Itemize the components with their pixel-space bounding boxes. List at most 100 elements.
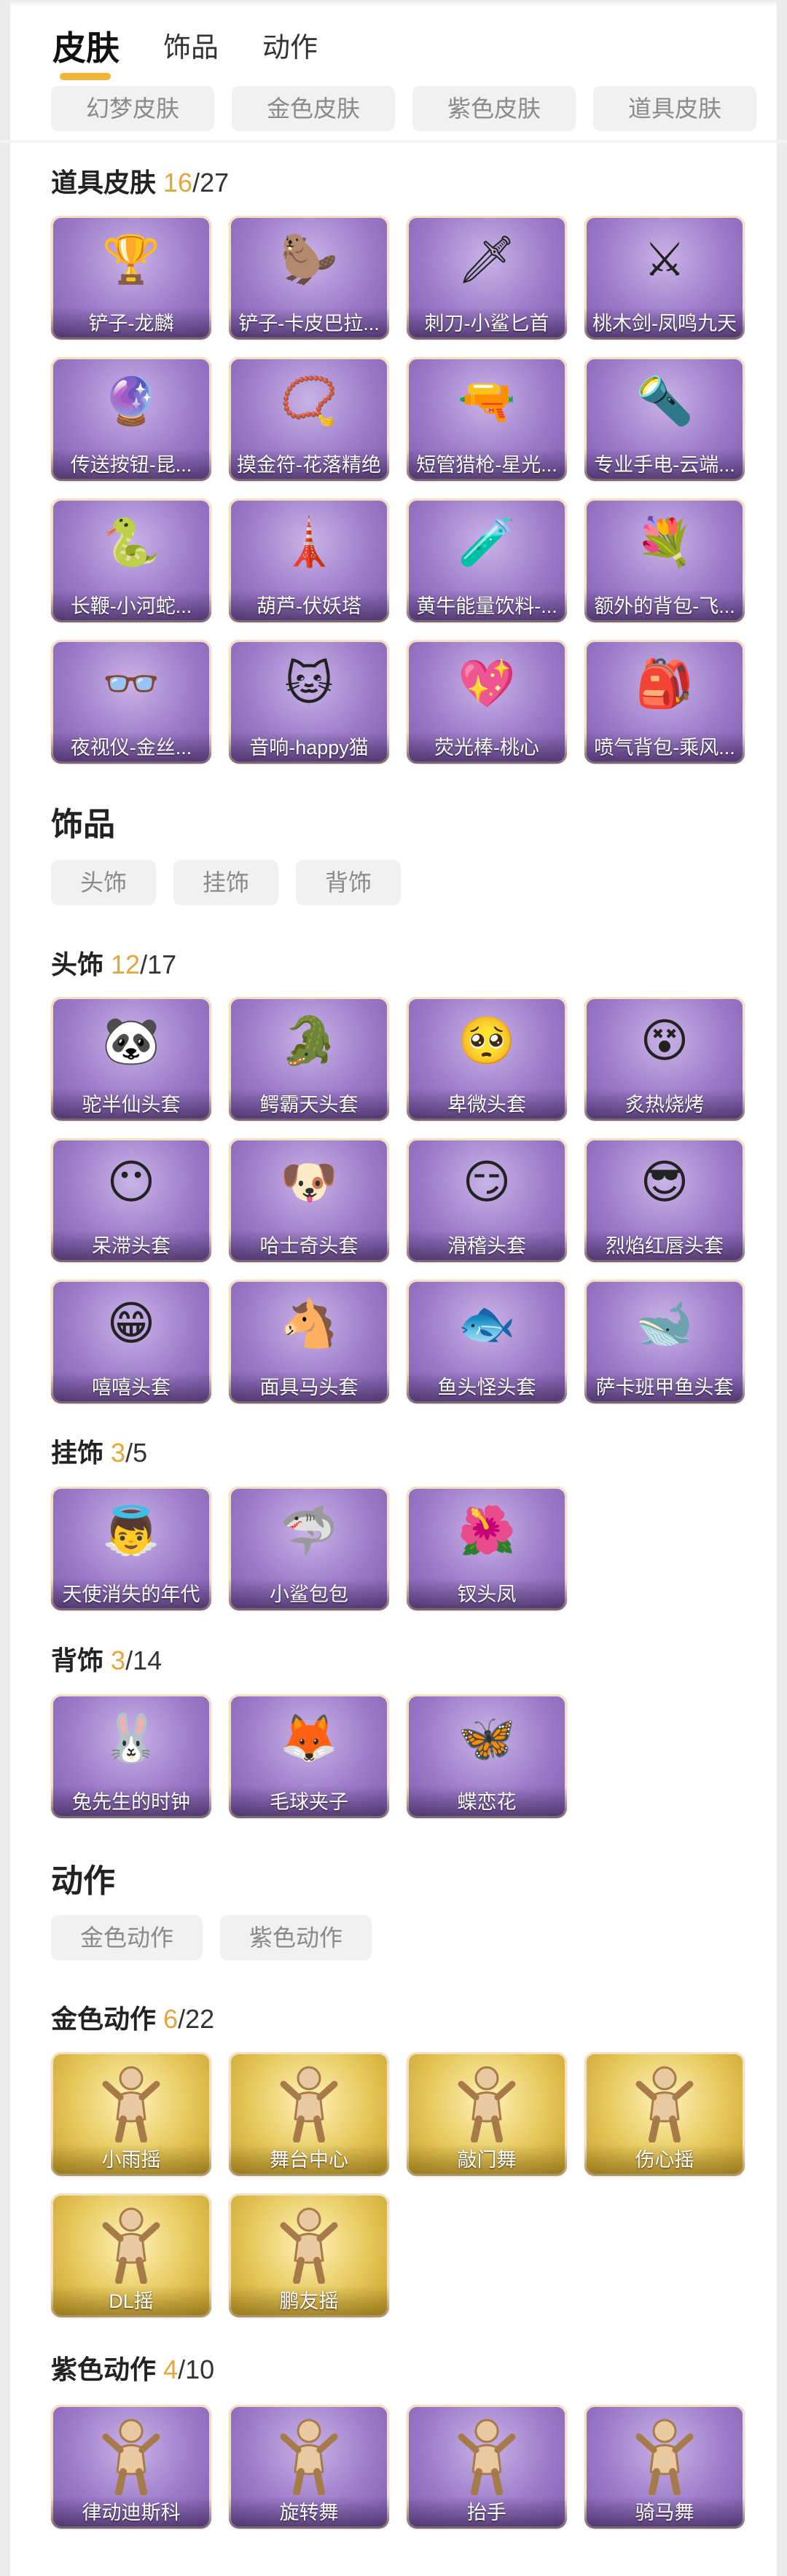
- item-card[interactable]: 🔫 短管猎枪-星光...: [407, 357, 567, 481]
- tab-actions[interactable]: 动作: [262, 28, 318, 68]
- item-label: 面具马头套: [229, 1371, 389, 1404]
- chip-gold-skin[interactable]: 金色皮肤: [232, 86, 395, 131]
- item-label: 刺刀-小鲨匕首: [407, 308, 567, 340]
- item-card[interactable]: 🦋 蝶恋花: [407, 1694, 567, 1818]
- shark-dagger-icon: 🗡: [457, 233, 517, 286]
- energy-drink-icon: 🧪: [458, 516, 516, 568]
- tab-accessories[interactable]: 饰品: [163, 28, 219, 68]
- chip-dream-skin[interactable]: 幻梦皮肤: [51, 86, 214, 131]
- item-card[interactable]: 🐍 长鞭-小河蛇...: [51, 498, 211, 622]
- skin-filter-chips: 幻梦皮肤 金色皮肤 紫色皮肤 道具皮肤: [51, 86, 756, 131]
- head-slash: /: [140, 950, 148, 979]
- head-total: 17: [147, 950, 177, 979]
- item-label: 呆滞头套: [51, 1230, 211, 1262]
- item-card[interactable]: 🦊 毛球夹子: [229, 1694, 389, 1818]
- back-title: 背饰: [51, 1645, 104, 1675]
- item-card[interactable]: 🦈 小鲨包包: [229, 1487, 389, 1610]
- item-card[interactable]: 💐 额外的背包-飞...: [584, 498, 745, 622]
- item-label: 旋转舞: [229, 2497, 389, 2529]
- item-label: 鱼头怪头套: [407, 1371, 567, 1404]
- item-card[interactable]: 🥺 卑微头套: [407, 997, 567, 1121]
- item-label: 嘻嘻头套: [51, 1371, 211, 1404]
- item-label: 摸金符-花落精绝: [229, 449, 389, 481]
- item-card[interactable]: 🐱 音响-happy猫: [229, 640, 389, 764]
- item-card[interactable]: 伤心摇: [584, 2052, 745, 2176]
- dance-figure-icon: [269, 2062, 349, 2146]
- item-card[interactable]: 抬手: [407, 2405, 567, 2529]
- dance-figure-icon: [269, 2204, 349, 2287]
- gold-actions-heading: 金色动作 6/22: [51, 1998, 214, 2036]
- item-card[interactable]: 🐶 哈士奇头套: [229, 1138, 389, 1262]
- gold-actions-grid: 小雨摇 舞台中心 敲门舞 伤心摇 DL摇 鹏友摇: [51, 2052, 745, 2317]
- item-label: 铲子-卡皮巴拉...: [229, 308, 389, 340]
- rabbit-clock-icon: 🐰: [102, 1712, 160, 1764]
- chip-back[interactable]: 背饰: [296, 860, 402, 905]
- item-card[interactable]: 😶 呆滞头套: [51, 1138, 211, 1262]
- item-card[interactable]: ⚔ 桃木剑-凤鸣九天: [584, 216, 745, 340]
- item-card[interactable]: 👓 夜视仪-金丝...: [51, 640, 211, 764]
- item-card[interactable]: 鹏友摇: [229, 2193, 389, 2317]
- item-card[interactable]: 骑马舞: [584, 2405, 745, 2529]
- gold-actions-owned: 6: [163, 2004, 179, 2034]
- item-card[interactable]: 🦫 铲子-卡皮巴拉...: [229, 216, 389, 340]
- chip-purple-action[interactable]: 紫色动作: [220, 1915, 372, 1960]
- tab-skins[interactable]: 皮肤: [52, 28, 120, 80]
- chip-gold-action[interactable]: 金色动作: [51, 1915, 203, 1960]
- item-card[interactable]: 🔮 传送按钮-昆...: [51, 357, 211, 481]
- item-card[interactable]: 🏆 铲子-龙麟: [51, 216, 211, 340]
- hanging-slash: /: [125, 1438, 133, 1468]
- item-card[interactable]: 😁 嘻嘻头套: [51, 1280, 211, 1404]
- item-label: 长鞭-小河蛇...: [51, 590, 211, 622]
- item-card[interactable]: 🔦 专业手电-云端...: [584, 357, 745, 481]
- item-card[interactable]: 旋转舞: [229, 2405, 389, 2529]
- item-label: 萨卡班甲鱼头套: [584, 1371, 745, 1404]
- item-card[interactable]: 😏 滑稽头套: [407, 1138, 567, 1262]
- item-card[interactable]: 律动迪斯科: [51, 2405, 211, 2529]
- purple-actions-total: 10: [185, 2354, 215, 2384]
- main-tabs: 皮肤 饰品 动作: [52, 28, 318, 86]
- item-card[interactable]: 😵 炙热烧烤: [584, 997, 745, 1121]
- item-card[interactable]: 🐼 驼半仙头套: [51, 997, 211, 1121]
- top-strip: [0, 0, 787, 7]
- item-card[interactable]: 🐊 鳄霸天头套: [229, 997, 389, 1121]
- item-card[interactable]: 🧪 黄牛能量饮料-...: [407, 498, 567, 622]
- item-card[interactable]: 小雨摇: [51, 2052, 211, 2176]
- chip-prop-skin[interactable]: 道具皮肤: [593, 86, 756, 131]
- item-label: DL摇: [51, 2285, 211, 2317]
- item-card[interactable]: 舞台中心: [229, 2052, 389, 2176]
- head-heading: 头饰 12/17: [51, 944, 176, 982]
- item-card[interactable]: 🐴 面具马头套: [229, 1280, 389, 1404]
- item-card[interactable]: 👼 天使消失的年代: [51, 1487, 211, 1610]
- fish-head-mask-icon: 🐟: [458, 1297, 516, 1350]
- item-label: 桃木剑-凤鸣九天: [584, 308, 745, 340]
- item-card[interactable]: 💖 荧光棒-桃心: [407, 640, 567, 764]
- flashlight-icon: 🔦: [635, 375, 694, 427]
- purple-actions-heading: 紫色动作 4/10: [51, 2349, 214, 2387]
- chip-purple-skin[interactable]: 紫色皮肤: [412, 86, 576, 131]
- item-card[interactable]: 😎 烈焰红唇头套: [584, 1138, 745, 1262]
- chip-head[interactable]: 头饰: [51, 860, 157, 905]
- purple-actions-grid: 律动迪斯科 旋转舞 抬手 骑马舞: [51, 2405, 745, 2529]
- item-label: 律动迪斯科: [51, 2497, 211, 2529]
- item-card[interactable]: 🌺 钗头凤: [407, 1487, 567, 1610]
- item-card[interactable]: 📿 摸金符-花落精绝: [229, 357, 389, 481]
- back-grid: 🐰 兔先生的时钟 🦊 毛球夹子 🦋 蝶恋花: [51, 1694, 745, 1818]
- item-label: 鹏友摇: [229, 2285, 389, 2317]
- item-card[interactable]: 敲门舞: [407, 2052, 567, 2176]
- head-grid: 🐼 驼半仙头套 🐊 鳄霸天头套 🥺 卑微头套 😵 炙热烧烤 😶 呆滞头套 🐶 哈士奇头套 😏 滑稽头套 😎 烈…: [51, 997, 745, 1404]
- chip-hanging[interactable]: 挂饰: [173, 860, 279, 905]
- item-card[interactable]: 🗼 葫芦-伏妖塔: [229, 498, 389, 622]
- item-card[interactable]: 🗡 刺刀-小鲨匕首: [407, 216, 567, 340]
- item-label: 传送按钮-昆...: [51, 449, 211, 481]
- item-label: 滑稽头套: [407, 1230, 567, 1262]
- husky-mask-icon: 🐶: [280, 1156, 338, 1208]
- item-card[interactable]: 🐰 兔先生的时钟: [51, 1694, 211, 1818]
- back-heading: 背饰 3/14: [51, 1640, 162, 1677]
- item-card[interactable]: 🎒 喷气背包-乘风...: [584, 640, 745, 764]
- horse-mask-icon: 🐴: [280, 1297, 338, 1350]
- dance-figure-icon: [624, 2415, 705, 2499]
- item-card[interactable]: 🐟 鱼头怪头套: [407, 1280, 567, 1404]
- item-card[interactable]: 🐋 萨卡班甲鱼头套: [584, 1280, 745, 1404]
- item-card[interactable]: DL摇: [51, 2193, 211, 2317]
- amulet-icon: 📿: [280, 375, 338, 427]
